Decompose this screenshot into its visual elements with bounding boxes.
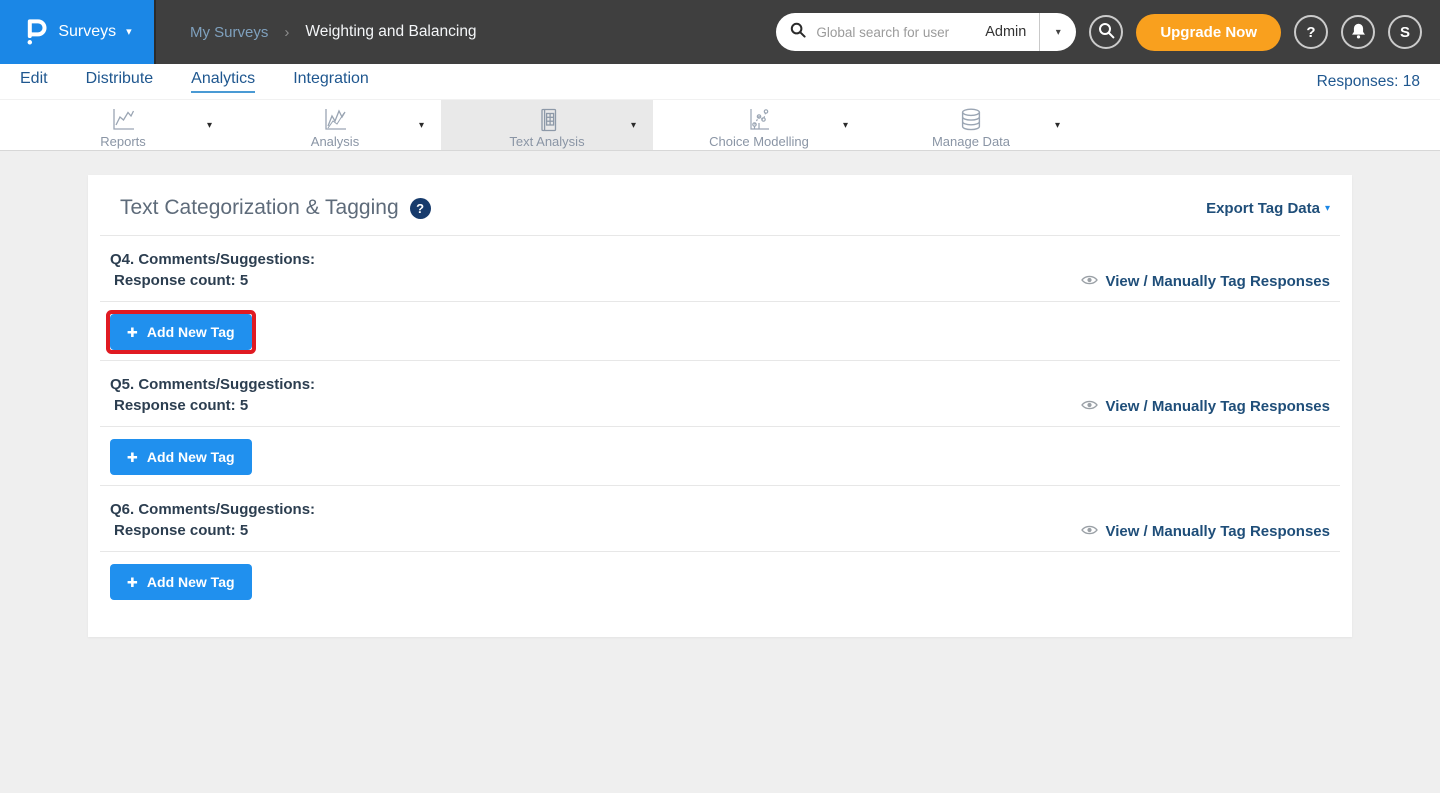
help-icon[interactable]: ? <box>410 198 431 219</box>
avatar-initial: S <box>1400 24 1410 41</box>
top-header: Surveys ▾ My Surveys › Weighting and Bal… <box>0 0 1440 64</box>
response-count: Response count: 5 <box>110 395 315 416</box>
bell-icon <box>1350 22 1367 43</box>
survey-nav: Edit Distribute Analytics Integration Re… <box>0 64 1440 99</box>
toolbar-tab-label: Manage Data <box>932 134 1010 149</box>
toolbar-tab-analysis[interactable]: Analysis ▾ <box>229 100 441 150</box>
eye-icon <box>1081 523 1098 540</box>
chevron-down-icon: ▾ <box>1325 203 1330 214</box>
toolbar-tab-choice-modelling[interactable]: Choice Modelling ▾ <box>653 100 865 150</box>
header-actions: Admin ▾ Upgrade Now ? S <box>776 13 1440 51</box>
analytics-toolbar: Reports ▾ Analysis ▾ Text Analysis ▾ <box>0 99 1440 151</box>
breadcrumb-separator-icon: › <box>284 24 289 41</box>
question-title: Q6. Comments/Suggestions: <box>110 499 315 520</box>
multi-line-chart-icon <box>322 106 348 133</box>
scatter-chart-icon <box>746 106 772 133</box>
eye-icon <box>1081 273 1098 290</box>
global-search-input[interactable] <box>814 24 985 41</box>
nav-tab-edit[interactable]: Edit <box>20 70 48 93</box>
search-button[interactable] <box>1089 15 1123 49</box>
eye-icon <box>1081 398 1098 415</box>
toolbar-tab-manage-data[interactable]: Manage Data ▾ <box>865 100 1077 150</box>
help-button[interactable]: ? <box>1294 15 1328 49</box>
search-scope-label: Admin <box>985 24 1026 40</box>
upgrade-now-button[interactable]: Upgrade Now <box>1136 14 1281 51</box>
response-count: Response count: 5 <box>110 270 315 291</box>
toolbar-tab-label: Text Analysis <box>509 134 584 149</box>
plus-icon: ✚ <box>127 451 138 464</box>
database-icon <box>958 106 984 133</box>
toolbar-tab-label: Choice Modelling <box>709 134 809 149</box>
view-manually-tag-link[interactable]: View / Manually Tag Responses <box>1081 523 1330 540</box>
toolbar-tab-label: Analysis <box>311 134 359 149</box>
question-title: Q4. Comments/Suggestions: <box>110 249 315 270</box>
plus-icon: ✚ <box>127 326 138 339</box>
view-manually-tag-link[interactable]: View / Manually Tag Responses <box>1081 398 1330 415</box>
questionpro-logo-icon <box>22 14 48 51</box>
nav-tab-distribute[interactable]: Distribute <box>86 70 154 93</box>
breadcrumb-current-survey: Weighting and Balancing <box>305 23 476 41</box>
chevron-down-icon[interactable]: ▾ <box>843 120 848 131</box>
chevron-down-icon: ▾ <box>1056 27 1061 38</box>
breadcrumb: My Surveys › Weighting and Balancing <box>190 23 477 41</box>
view-manually-tag-link[interactable]: View / Manually Tag Responses <box>1081 273 1330 290</box>
question-section-q6: Q6. Comments/Suggestions: Response count… <box>88 486 1352 610</box>
nav-tab-analytics[interactable]: Analytics <box>191 70 255 93</box>
line-chart-icon <box>110 106 136 133</box>
breadcrumb-my-surveys[interactable]: My Surveys <box>190 24 268 41</box>
document-table-icon <box>534 106 560 133</box>
question-section-q5: Q5. Comments/Suggestions: Response count… <box>88 361 1352 486</box>
text-categorization-card: Text Categorization & Tagging ? Export T… <box>88 175 1352 637</box>
question-section-q4: Q4. Comments/Suggestions: Response count… <box>88 236 1352 361</box>
surveys-menu[interactable]: Surveys ▾ <box>0 0 156 64</box>
page-content: Text Categorization & Tagging ? Export T… <box>0 151 1440 637</box>
chevron-down-icon[interactable]: ▾ <box>419 120 424 131</box>
search-icon <box>1098 22 1115 42</box>
chevron-down-icon[interactable]: ▾ <box>1055 120 1060 131</box>
add-new-tag-button[interactable]: ✚ Add New Tag <box>110 564 252 600</box>
page-title: Text Categorization & Tagging ? <box>120 196 431 220</box>
avatar[interactable]: S <box>1388 15 1422 49</box>
search-icon <box>790 22 806 43</box>
notifications-button[interactable] <box>1341 15 1375 49</box>
help-icon: ? <box>1306 24 1315 41</box>
global-search: Admin ▾ <box>776 13 1076 51</box>
chevron-down-icon[interactable]: ▾ <box>631 120 636 131</box>
toolbar-tab-reports[interactable]: Reports ▾ <box>17 100 229 150</box>
plus-icon: ✚ <box>127 576 138 589</box>
chevron-down-icon[interactable]: ▾ <box>207 120 212 131</box>
export-tag-data-dropdown[interactable]: Export Tag Data ▾ <box>1206 200 1330 217</box>
toolbar-tab-label: Reports <box>100 134 146 149</box>
chevron-down-icon: ▾ <box>126 27 132 38</box>
question-title: Q5. Comments/Suggestions: <box>110 374 315 395</box>
toolbar-tab-text-analysis[interactable]: Text Analysis ▾ <box>441 100 653 150</box>
search-scope-dropdown[interactable]: ▾ <box>1040 27 1076 38</box>
responses-count[interactable]: Responses: 18 <box>1317 73 1420 91</box>
add-new-tag-button[interactable]: ✚ Add New Tag <box>110 439 252 475</box>
add-new-tag-button[interactable]: ✚ Add New Tag <box>110 314 252 350</box>
response-count: Response count: 5 <box>110 520 315 541</box>
nav-tab-integration[interactable]: Integration <box>293 70 369 93</box>
highlight-box: ✚ Add New Tag <box>110 314 252 350</box>
surveys-menu-label: Surveys <box>58 23 116 41</box>
